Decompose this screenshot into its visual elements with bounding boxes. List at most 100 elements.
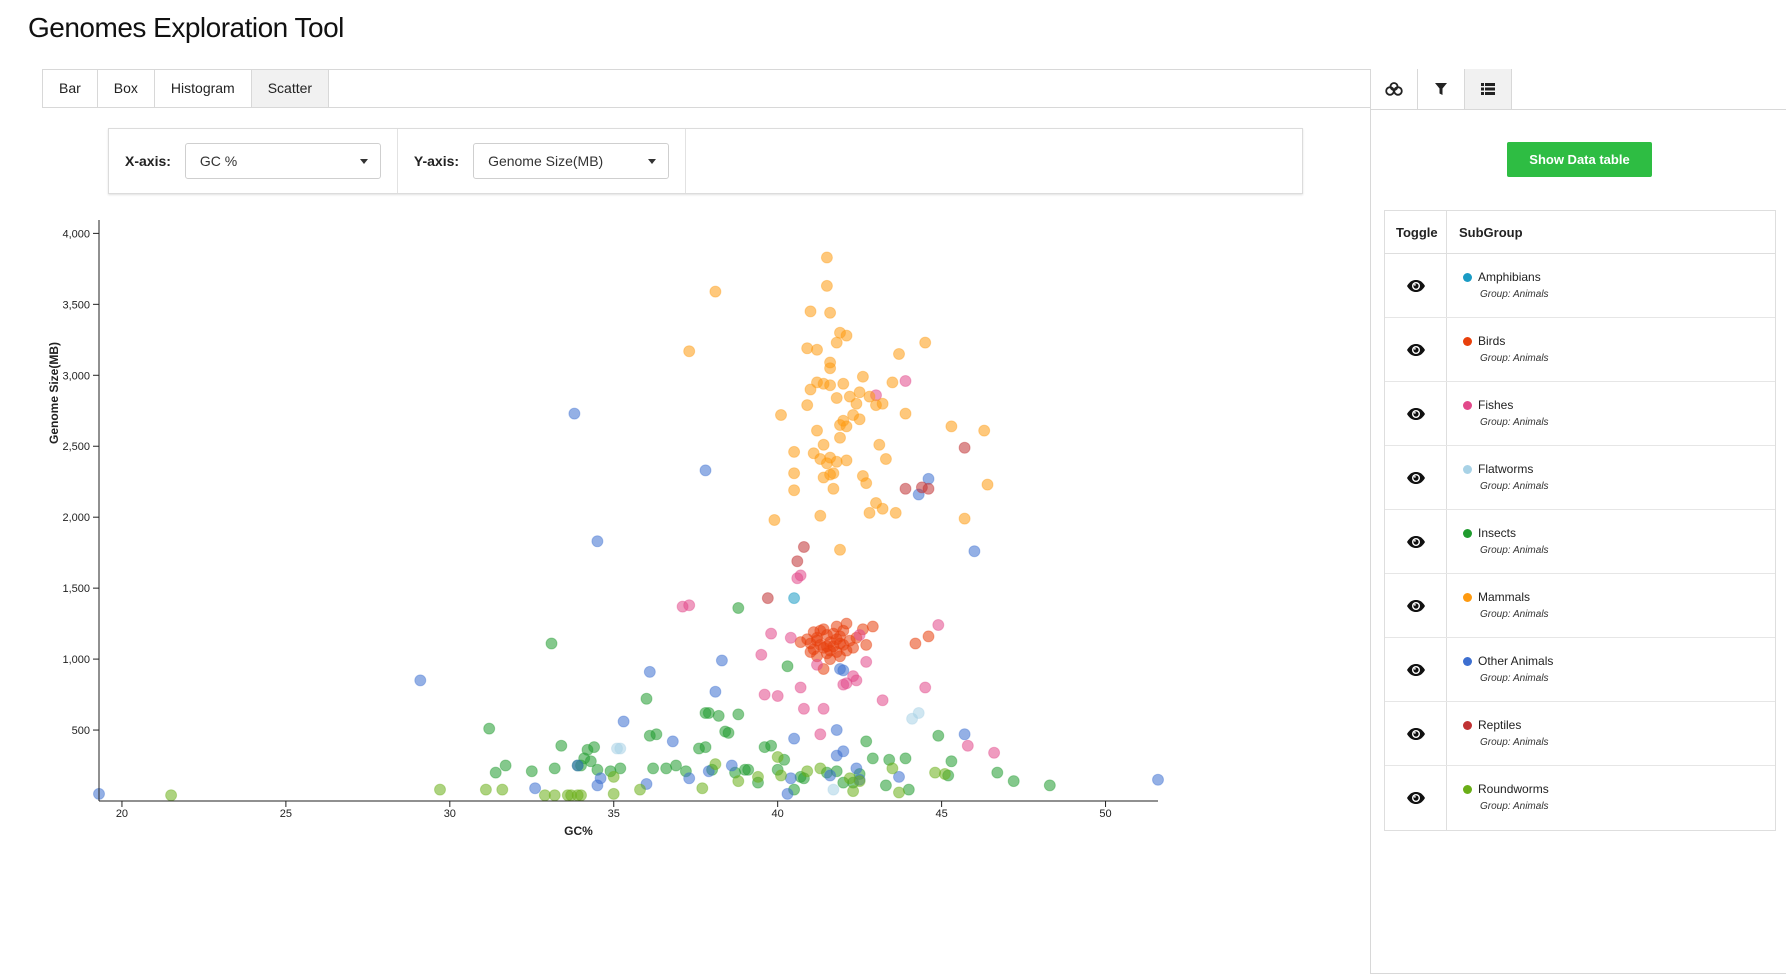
data-point[interactable] xyxy=(827,783,840,796)
data-point[interactable] xyxy=(683,599,696,612)
data-point[interactable] xyxy=(830,392,843,404)
data-point[interactable] xyxy=(929,766,942,779)
data-point[interactable] xyxy=(496,783,509,796)
data-point[interactable] xyxy=(771,751,784,763)
data-point[interactable] xyxy=(607,787,620,800)
y-axis-select[interactable]: Genome Size(MB) xyxy=(473,143,670,179)
data-point[interactable] xyxy=(647,762,660,775)
data-point[interactable] xyxy=(899,482,912,495)
data-point[interactable] xyxy=(591,779,604,792)
data-point[interactable] xyxy=(961,739,974,752)
eye-icon[interactable] xyxy=(1406,791,1426,805)
data-point[interactable] xyxy=(434,783,446,796)
data-point[interactable] xyxy=(824,769,837,782)
data-point[interactable] xyxy=(938,768,951,780)
data-point[interactable] xyxy=(847,641,860,654)
data-point[interactable] xyxy=(499,759,512,772)
data-point[interactable] xyxy=(794,569,807,582)
data-point[interactable] xyxy=(958,441,971,454)
data-point[interactable] xyxy=(742,763,755,776)
data-point[interactable] xyxy=(483,722,496,735)
data-point[interactable] xyxy=(991,766,1004,779)
data-point[interactable] xyxy=(765,739,778,752)
data-point[interactable] xyxy=(840,329,853,342)
data-point[interactable] xyxy=(879,779,892,792)
data-point[interactable] xyxy=(814,509,827,522)
data-point[interactable] xyxy=(548,762,561,775)
data-point[interactable] xyxy=(932,729,945,742)
data-point[interactable] xyxy=(824,362,837,375)
data-point[interactable] xyxy=(873,438,886,451)
eye-icon[interactable] xyxy=(1406,535,1426,549)
data-point[interactable] xyxy=(607,770,620,783)
data-point[interactable] xyxy=(909,637,922,650)
data-point[interactable] xyxy=(634,783,646,796)
data-point[interactable] xyxy=(165,789,178,802)
data-point[interactable] xyxy=(932,619,945,631)
data-point[interactable] xyxy=(784,631,797,644)
data-point[interactable] xyxy=(978,424,991,437)
data-point[interactable] xyxy=(712,709,725,722)
eye-icon[interactable] xyxy=(1406,663,1426,677)
data-point[interactable] xyxy=(781,660,794,673)
data-point[interactable] xyxy=(804,383,817,396)
data-point[interactable] xyxy=(912,707,925,719)
data-point[interactable] xyxy=(922,630,935,643)
data-point[interactable] xyxy=(988,746,1001,759)
tab-scatter[interactable]: Scatter xyxy=(251,70,330,107)
data-point[interactable] xyxy=(788,484,801,497)
data-point[interactable] xyxy=(702,707,715,719)
tab-colors[interactable] xyxy=(1371,69,1418,109)
data-point[interactable] xyxy=(843,772,856,785)
data-point[interactable] xyxy=(860,477,873,490)
data-point[interactable] xyxy=(824,379,837,392)
data-point[interactable] xyxy=(548,789,561,802)
data-point[interactable] xyxy=(801,342,814,355)
data-point[interactable] xyxy=(834,650,846,663)
data-point[interactable] xyxy=(850,397,863,410)
data-point[interactable] xyxy=(958,512,971,525)
data-point[interactable] xyxy=(489,766,502,779)
data-point[interactable] xyxy=(850,674,863,687)
data-point[interactable] xyxy=(761,592,774,605)
data-point[interactable] xyxy=(781,787,794,800)
data-point[interactable] xyxy=(886,762,899,775)
data-point[interactable] xyxy=(699,741,712,754)
data-point[interactable] xyxy=(919,336,932,349)
data-point[interactable] xyxy=(860,638,873,651)
data-point[interactable] xyxy=(794,681,807,694)
data-point[interactable] xyxy=(568,407,581,420)
data-point[interactable] xyxy=(817,702,830,715)
eye-icon[interactable] xyxy=(1406,279,1426,293)
data-point[interactable] xyxy=(922,482,935,495)
data-point[interactable] xyxy=(840,617,853,630)
data-point[interactable] xyxy=(811,424,823,437)
data-point[interactable] xyxy=(811,343,823,356)
data-point[interactable] xyxy=(834,543,846,556)
tab-list[interactable] xyxy=(1465,69,1512,109)
x-axis-select[interactable]: GC % xyxy=(184,143,381,179)
data-point[interactable] xyxy=(1043,779,1056,792)
data-point[interactable] xyxy=(820,251,833,264)
data-point[interactable] xyxy=(847,785,860,798)
data-point[interactable] xyxy=(479,783,492,796)
data-point[interactable] xyxy=(958,728,971,741)
data-point[interactable] xyxy=(1152,773,1164,786)
data-point[interactable] xyxy=(824,306,837,319)
data-point[interactable] xyxy=(876,397,889,410)
data-point[interactable] xyxy=(640,692,653,705)
data-point[interactable] xyxy=(732,775,745,788)
data-point[interactable] xyxy=(814,728,827,741)
data-point[interactable] xyxy=(797,541,810,553)
data-point[interactable] xyxy=(768,514,781,526)
data-point[interactable] xyxy=(830,455,843,468)
data-point[interactable] xyxy=(860,735,873,748)
data-point[interactable] xyxy=(899,752,912,765)
data-point[interactable] xyxy=(771,690,784,702)
data-point[interactable] xyxy=(945,755,958,768)
data-point[interactable] xyxy=(591,535,604,548)
data-point[interactable] xyxy=(830,724,843,736)
tab-box[interactable]: Box xyxy=(98,70,155,107)
data-point[interactable] xyxy=(856,370,869,383)
data-point[interactable] xyxy=(827,467,840,480)
